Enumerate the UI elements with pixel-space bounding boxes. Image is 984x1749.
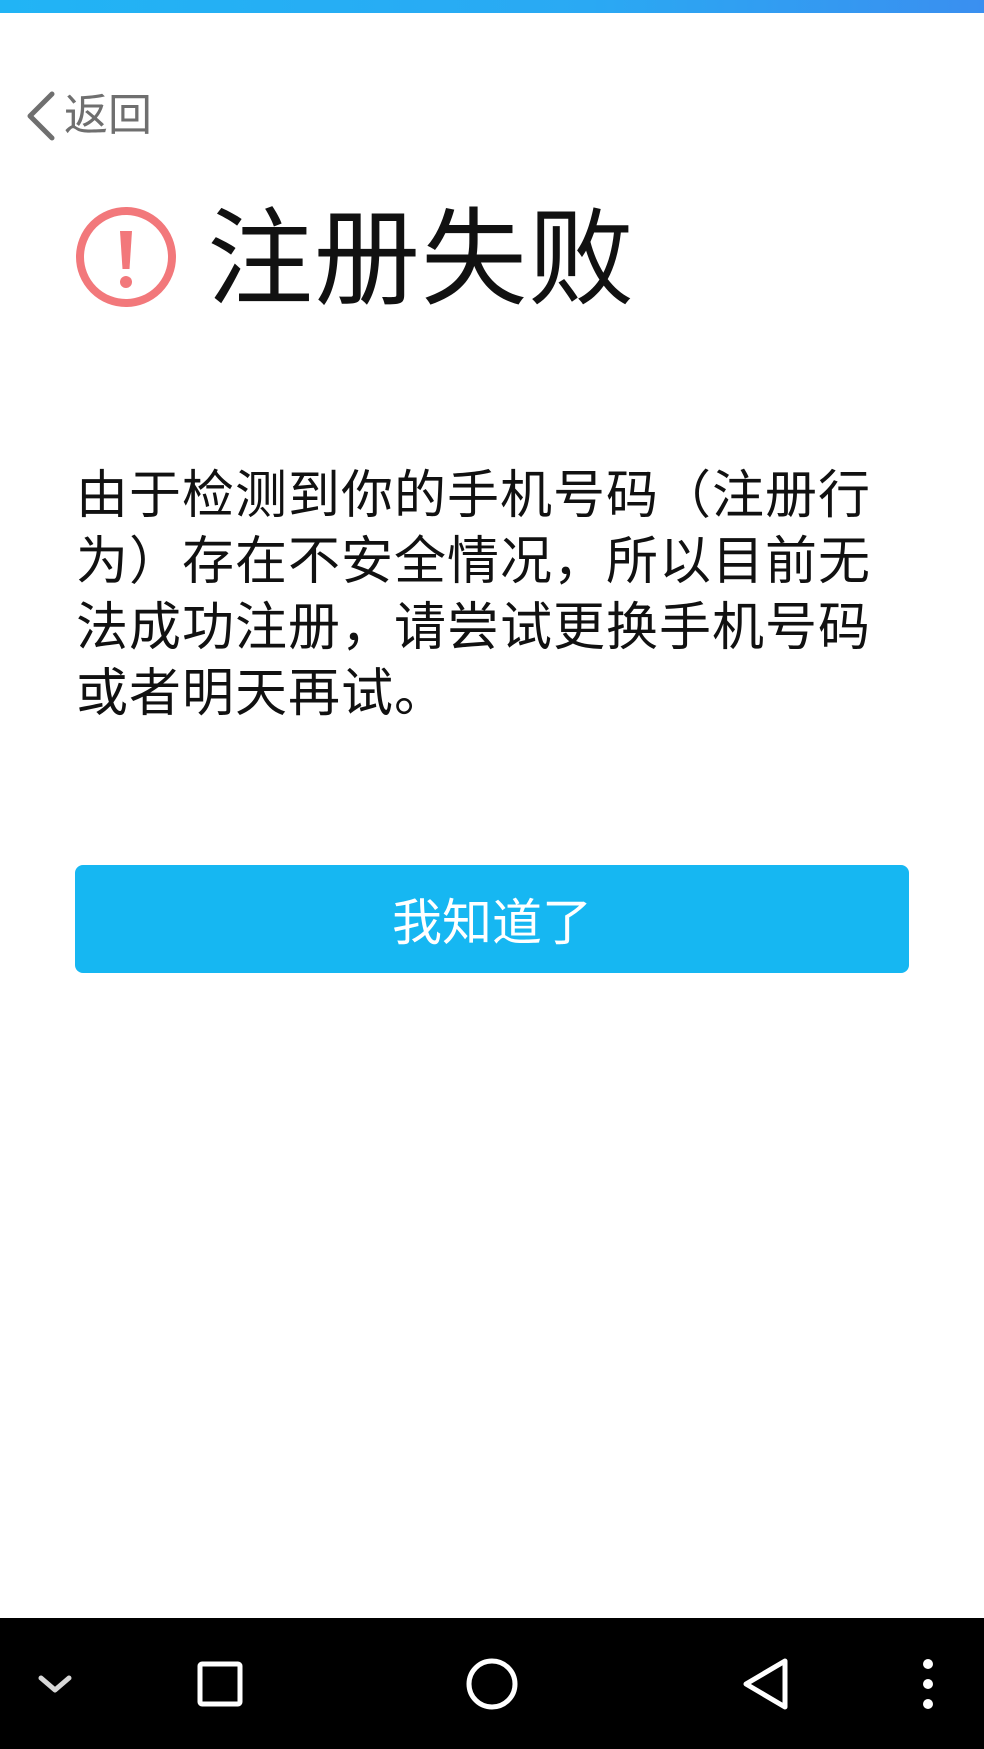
- home-circle-icon: [466, 1658, 518, 1709]
- nav-collapse-button[interactable]: [22, 1618, 88, 1749]
- chevron-down-icon: [38, 1675, 72, 1692]
- more-vert-icon: [923, 1658, 933, 1709]
- system-navigation-bar: [0, 1618, 984, 1749]
- chevron-left-icon: [27, 91, 55, 141]
- back-triangle-icon: [743, 1658, 788, 1709]
- nav-more-button[interactable]: [906, 1618, 950, 1749]
- error-message: 由于检测到你的手机号码（注册行为）存在不安全情况，所以目前无法成功注册，请尝试更…: [76, 466, 872, 724]
- error-icon: [76, 207, 176, 307]
- back-button[interactable]: 返回: [22, 84, 152, 148]
- top-accent-bar: [0, 0, 984, 13]
- nav-back-button[interactable]: [726, 1618, 806, 1749]
- nav-recents-button[interactable]: [180, 1618, 260, 1749]
- nav-home-button[interactable]: [452, 1618, 532, 1749]
- back-label: 返回: [64, 90, 152, 141]
- page-title: 注册失败: [207, 198, 635, 321]
- recents-square-icon: [197, 1661, 243, 1706]
- confirm-button[interactable]: 我知道了: [75, 865, 909, 973]
